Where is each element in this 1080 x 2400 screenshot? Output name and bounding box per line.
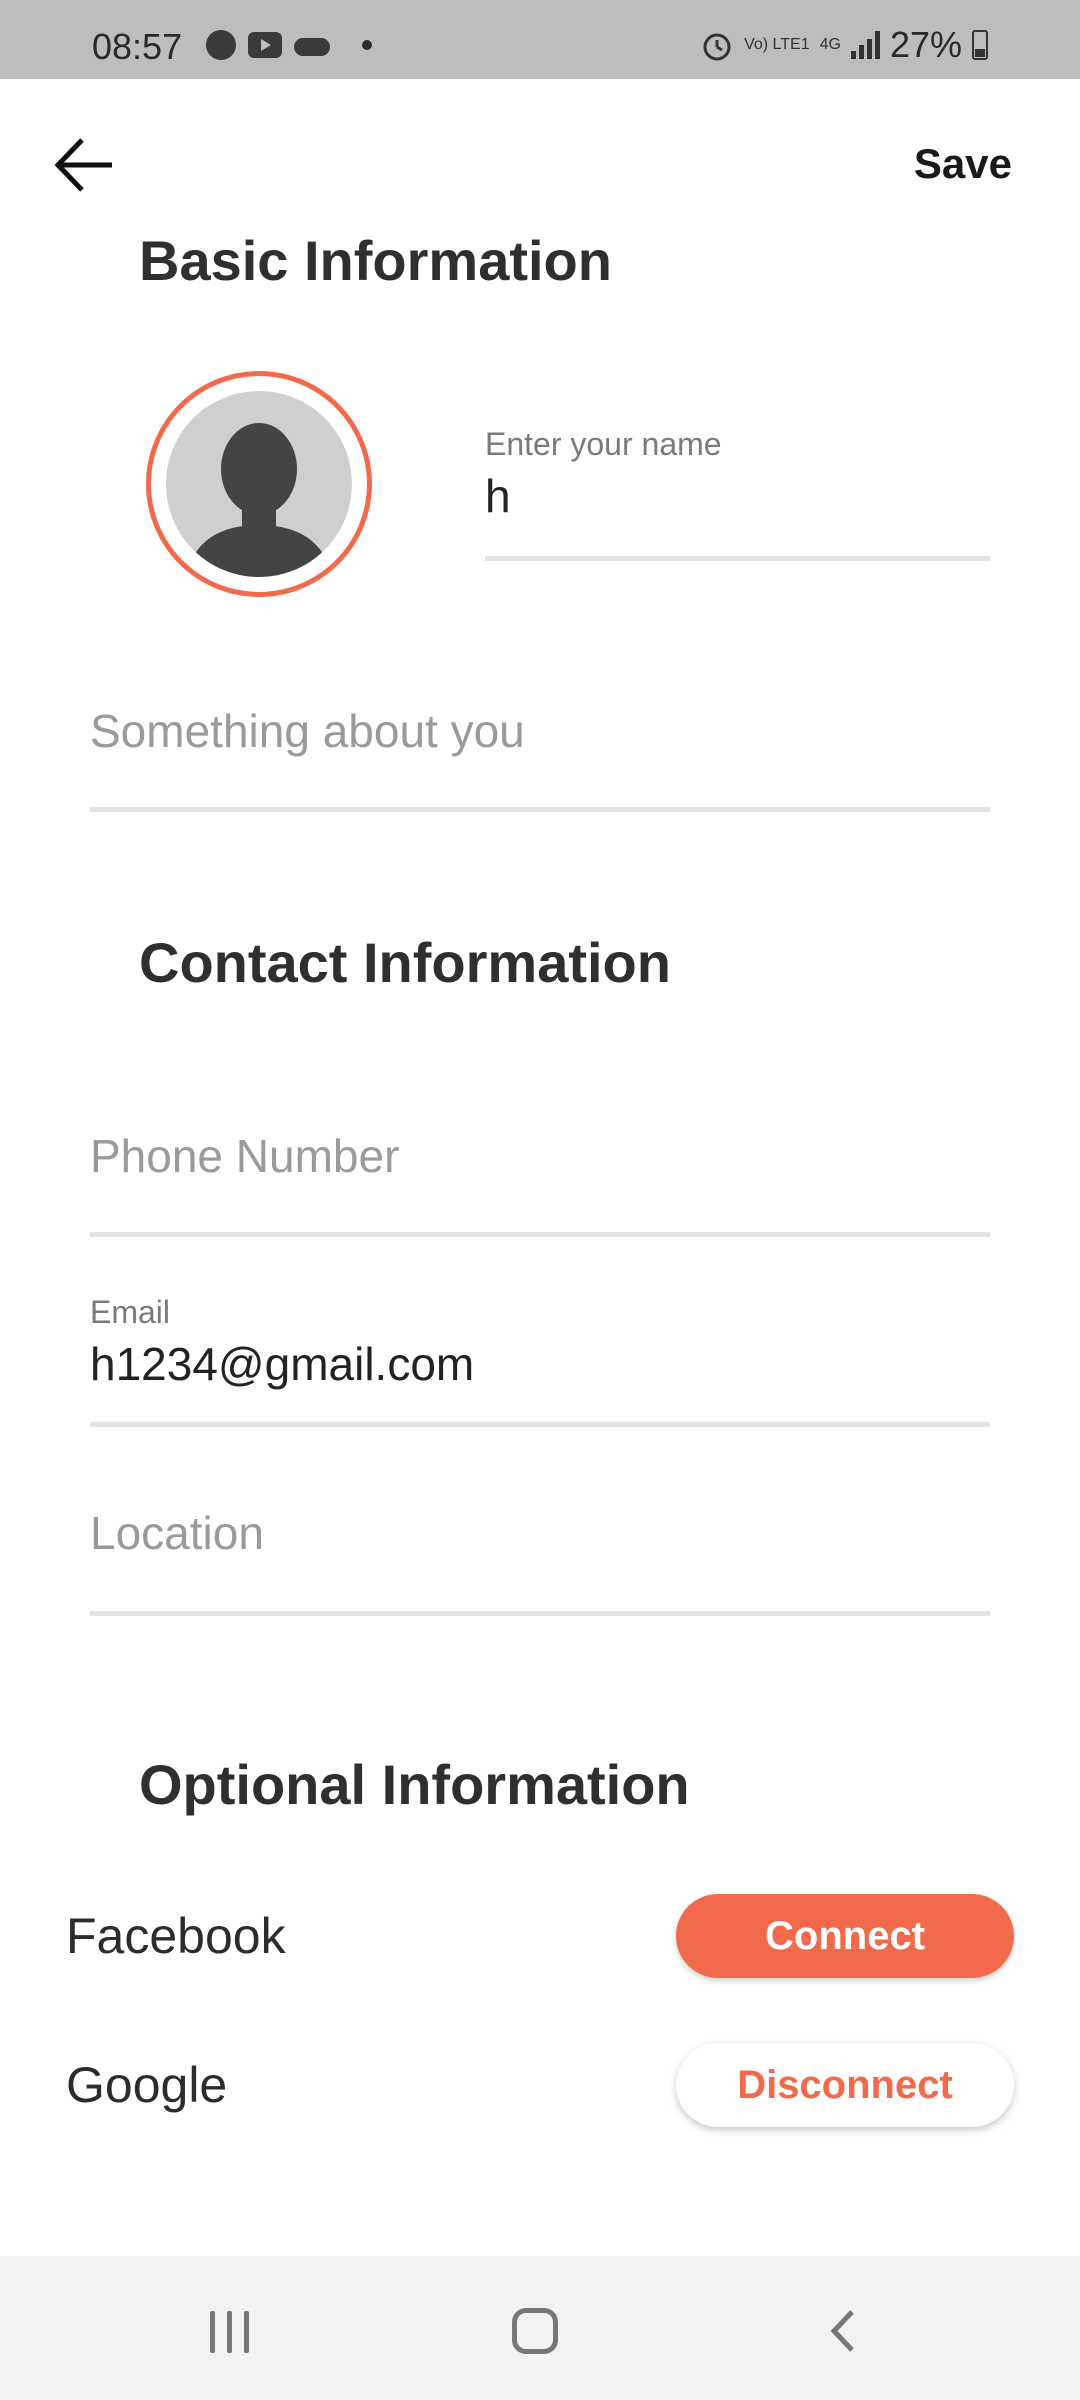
status-time: 08:57 bbox=[92, 26, 183, 67]
network-type: 4G bbox=[819, 36, 841, 53]
google-label: Google bbox=[66, 2057, 228, 2113]
name-input[interactable]: h bbox=[485, 469, 990, 523]
name-underline bbox=[485, 556, 990, 561]
volte-indicator: Vo) LTE1 bbox=[744, 36, 810, 53]
email-label: Email bbox=[90, 1294, 171, 1330]
save-button[interactable]: Save bbox=[914, 140, 1012, 188]
email-field[interactable]: Email h1234@gmail.com bbox=[90, 1294, 990, 1391]
chrome-icon bbox=[206, 30, 236, 60]
system-nav-bar bbox=[0, 2256, 1080, 2400]
home-button[interactable] bbox=[512, 2308, 558, 2354]
notification-icons bbox=[206, 30, 372, 60]
facebook-label: Facebook bbox=[66, 1908, 286, 1964]
battery-percent: 27% bbox=[889, 24, 962, 65]
recents-button[interactable] bbox=[210, 2311, 249, 2353]
optional-info-title: Optional Information bbox=[139, 1753, 690, 1816]
phone-field[interactable]: Phone Number bbox=[90, 1129, 990, 1183]
phone-underline bbox=[90, 1232, 990, 1237]
person-silhouette-icon bbox=[186, 423, 332, 577]
google-disconnect-button[interactable]: Disconnect bbox=[676, 2043, 1014, 2127]
basic-info-title: Basic Information bbox=[139, 229, 612, 292]
signal-icon bbox=[850, 31, 880, 59]
facebook-connect-button[interactable]: Connect bbox=[676, 1894, 1014, 1978]
status-bar: 08:57 Vo) LTE1 4G 27% bbox=[0, 0, 1080, 79]
status-right: Vo) LTE1 4G 27% bbox=[700, 24, 988, 66]
email-input[interactable]: h1234@gmail.com bbox=[90, 1337, 990, 1391]
contact-info-title: Contact Information bbox=[139, 931, 671, 994]
location-field[interactable]: Location bbox=[90, 1506, 990, 1560]
about-field[interactable]: Something about you bbox=[90, 704, 990, 758]
more-notifications-icon bbox=[362, 40, 372, 50]
chevron-left-icon bbox=[830, 2310, 854, 2352]
location-input[interactable]: Location bbox=[90, 1506, 990, 1560]
location-underline bbox=[90, 1611, 990, 1616]
battery-icon bbox=[972, 30, 988, 60]
about-input[interactable]: Something about you bbox=[90, 704, 990, 758]
about-underline bbox=[90, 807, 990, 812]
name-field[interactable]: Enter your name h bbox=[485, 426, 990, 523]
arrow-left-icon bbox=[54, 138, 112, 192]
name-label: Enter your name bbox=[485, 426, 722, 462]
back-button[interactable] bbox=[50, 130, 120, 200]
system-back-button[interactable] bbox=[822, 2308, 868, 2354]
phone-input[interactable]: Phone Number bbox=[90, 1129, 990, 1183]
cloud-icon bbox=[294, 38, 330, 56]
avatar-placeholder bbox=[166, 391, 352, 577]
youtube-icon bbox=[248, 32, 282, 58]
alarm-icon bbox=[703, 33, 731, 61]
email-underline bbox=[90, 1422, 990, 1427]
avatar[interactable] bbox=[146, 371, 372, 597]
